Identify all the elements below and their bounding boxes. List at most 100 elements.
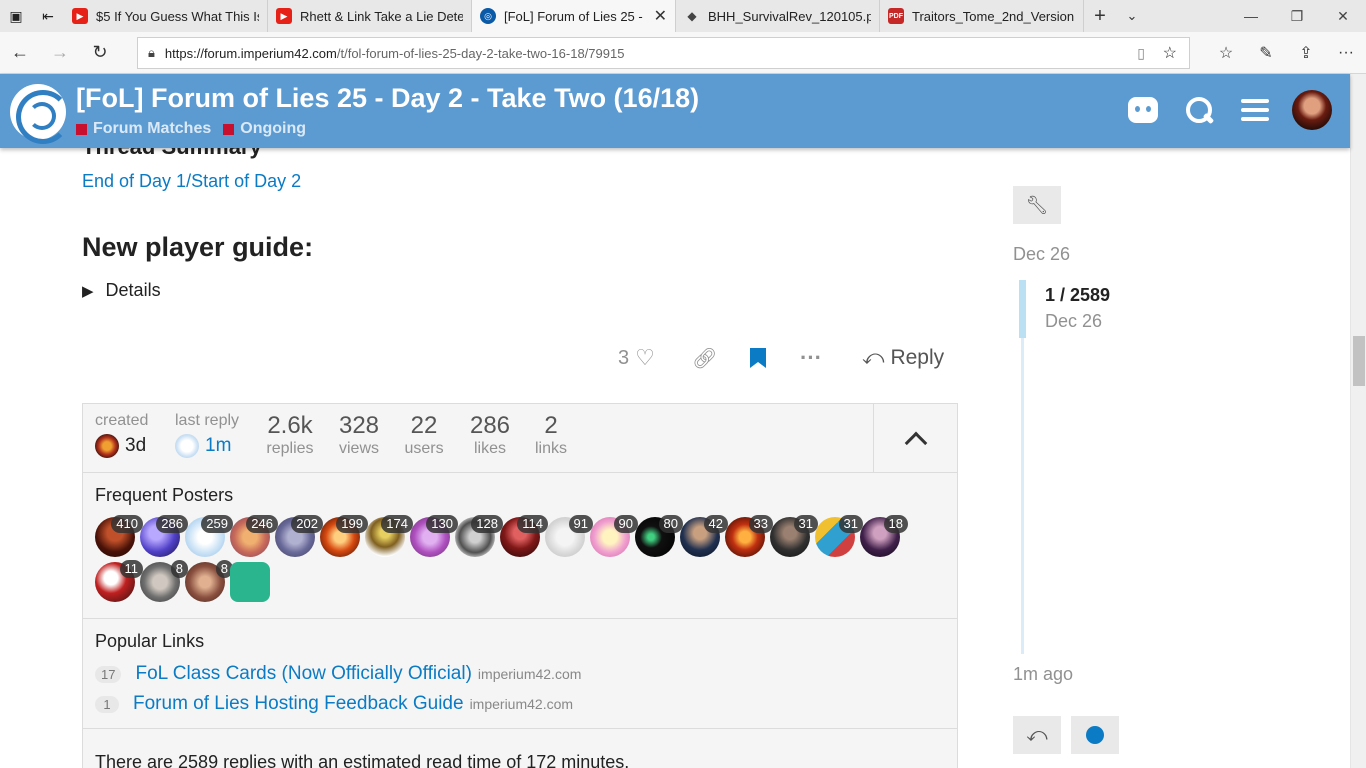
- avatar[interactable]: [175, 434, 199, 458]
- page-scrollbar[interactable]: [1350, 74, 1366, 768]
- views-stat: 328 views: [334, 412, 384, 458]
- frequent-poster-avatar[interactable]: 11: [95, 560, 143, 602]
- forward-button[interactable]: →: [40, 33, 80, 73]
- bookmark-icon[interactable]: [750, 348, 766, 368]
- links-stat: 2 links: [529, 412, 573, 458]
- more-actions-icon[interactable]: ···: [800, 345, 822, 371]
- last-reply-label: last reply: [175, 412, 240, 429]
- tab-title: $5 If You Guess What This Is: [96, 8, 259, 24]
- popular-link-item: 17 FoL Class Cards (Now Officially Offic…: [95, 663, 581, 685]
- tab-title: BHH_SurvivalRev_120105.pc: [708, 8, 871, 24]
- more-icon[interactable]: ···: [1326, 44, 1366, 62]
- topic-title[interactable]: [FoL] Forum of Lies 25 - Day 2 - Take Tw…: [76, 83, 699, 114]
- category-label: Forum Matches: [93, 120, 212, 137]
- avatar[interactable]: [95, 434, 119, 458]
- frequent-poster-avatar[interactable]: 286: [140, 515, 188, 557]
- frequent-poster-avatar[interactable]: 31: [770, 515, 818, 557]
- collapse-map-button[interactable]: [873, 404, 957, 473]
- frequent-poster-avatar[interactable]: 31: [815, 515, 863, 557]
- user-avatar[interactable]: [1292, 90, 1332, 130]
- close-tab-icon[interactable]: ✕: [654, 6, 667, 26]
- notification-level-button[interactable]: [1071, 716, 1119, 754]
- frequent-poster-avatar[interactable]: 114: [500, 515, 548, 557]
- minimize-icon[interactable]: —: [1228, 0, 1274, 32]
- reply-topic-button[interactable]: ⤺: [1013, 716, 1061, 754]
- popular-link[interactable]: Forum of Lies Hosting Feedback Guide: [133, 693, 464, 715]
- post-count-badge: 259: [201, 515, 233, 533]
- stat-label: replies: [266, 440, 314, 457]
- post-count-badge: 18: [883, 515, 908, 533]
- chevron-up-icon: [904, 431, 927, 454]
- frequent-poster-avatar[interactable]: 18: [860, 515, 908, 557]
- like-count: 3: [618, 346, 630, 369]
- category-ongoing[interactable]: Ongoing: [223, 120, 306, 138]
- browser-tab[interactable]: PDF Traitors_Tome_2nd_Version: [880, 0, 1084, 32]
- discord-icon[interactable]: [1124, 91, 1162, 129]
- tab-list-chevron-icon[interactable]: ⌄: [1116, 0, 1148, 32]
- timeline-handle[interactable]: [1019, 280, 1026, 338]
- frequent-poster-avatar[interactable]: 128: [455, 515, 503, 557]
- hamburger-menu-icon[interactable]: [1236, 91, 1274, 129]
- frequent-poster-avatar[interactable]: 80: [635, 515, 683, 557]
- frequent-poster-avatar[interactable]: 246: [230, 515, 278, 557]
- frequent-poster-avatar[interactable]: 259: [185, 515, 233, 557]
- topic-map-summary: created 3d last reply 1m 2.6k replies 32…: [83, 404, 957, 473]
- browser-tab-strip: ▣ ⇤ ▶ $5 If You Guess What This Is ▶ Rhe…: [0, 0, 1366, 32]
- stat-value: 328: [338, 412, 380, 439]
- browser-tab[interactable]: ▶ Rhett & Link Take a Lie Dete: [268, 0, 472, 32]
- last-reply-value[interactable]: 1m: [205, 435, 231, 457]
- post-count-badge: 114: [517, 515, 548, 533]
- details-toggle[interactable]: ▶ Details: [82, 280, 161, 301]
- category-forum-matches[interactable]: Forum Matches: [76, 120, 211, 138]
- reply-button[interactable]: ⤺ Reply: [862, 346, 944, 370]
- summary-link[interactable]: End of Day 1/Start of Day 2: [82, 171, 301, 192]
- frequent-poster-avatar[interactable]: 90: [590, 515, 638, 557]
- frequent-poster-avatar[interactable]: 199: [320, 515, 368, 557]
- reading-view-icon[interactable]: ▯: [1137, 45, 1145, 62]
- frequent-poster-avatar[interactable]: 8: [140, 560, 188, 602]
- frequent-poster-avatar[interactable]: [230, 562, 270, 602]
- browser-tab[interactable]: ▶ $5 If You Guess What This Is: [64, 0, 268, 32]
- frequent-poster-avatar[interactable]: 202: [275, 515, 323, 557]
- lock-icon[interactable]: 🔒︎: [148, 45, 155, 61]
- search-icon[interactable]: [1180, 91, 1218, 129]
- frequent-poster-avatar[interactable]: 91: [545, 515, 593, 557]
- set-aside-tabs-icon[interactable]: ⇤: [32, 0, 64, 32]
- timeline-start-date[interactable]: Dec 26: [1013, 244, 1070, 265]
- frequent-poster-avatar[interactable]: 130: [410, 515, 458, 557]
- section-title: Frequent Posters: [95, 485, 234, 505]
- stat-label: users: [404, 440, 444, 457]
- url-input[interactable]: 🔒︎ https://forum.imperium42.com/t/fol-fo…: [137, 37, 1190, 69]
- browser-tab-active[interactable]: ◎ [FoL] Forum of Lies 25 - ✕: [472, 0, 676, 32]
- tab-title: Rhett & Link Take a Lie Dete: [300, 8, 463, 24]
- browser-tab[interactable]: ◆ BHH_SurvivalRev_120105.pc: [676, 0, 880, 32]
- site-logo[interactable]: [10, 84, 70, 144]
- frequent-poster-avatar[interactable]: 33: [725, 515, 773, 557]
- back-button[interactable]: ←: [0, 33, 40, 73]
- url-host: https://forum.imperium42.com: [164, 45, 337, 61]
- share-link-icon[interactable]: 🔗︎: [692, 346, 717, 371]
- favorites-icon[interactable]: ☆: [1206, 43, 1246, 63]
- close-window-icon[interactable]: ✕: [1320, 0, 1366, 32]
- window-controls: — ❐ ✕: [1228, 0, 1366, 32]
- share-icon[interactable]: ⇪: [1286, 43, 1326, 63]
- timeline-end-date[interactable]: 1m ago: [1013, 664, 1073, 685]
- frequent-poster-avatar[interactable]: 174: [365, 515, 413, 557]
- frequent-poster-avatar[interactable]: 8: [185, 560, 233, 602]
- like-button[interactable]: 3 ♡: [618, 345, 655, 371]
- new-tab-button[interactable]: +: [1084, 0, 1116, 32]
- created-value: 3d: [125, 435, 147, 456]
- favorite-star-icon[interactable]: ☆: [1163, 43, 1177, 63]
- browser-toolbar: ☆ ✎ ⇪ ···: [1206, 32, 1366, 74]
- popular-link[interactable]: FoL Class Cards (Now Officially Official…: [135, 663, 471, 685]
- frequent-poster-avatar[interactable]: 410: [95, 515, 143, 557]
- tab-actions-icon[interactable]: ▣: [0, 0, 32, 32]
- restore-icon[interactable]: ❐: [1274, 0, 1320, 32]
- timeline-position: 1 / 2589: [1045, 285, 1111, 305]
- refresh-button[interactable]: ↻: [80, 33, 120, 73]
- created-stat: created 3d: [95, 412, 148, 458]
- admin-wrench-button[interactable]: 🔧︎: [1013, 186, 1061, 224]
- notes-pen-icon[interactable]: ✎: [1246, 43, 1286, 63]
- scrollbar-thumb[interactable]: [1353, 336, 1365, 386]
- frequent-poster-avatar[interactable]: 42: [680, 515, 728, 557]
